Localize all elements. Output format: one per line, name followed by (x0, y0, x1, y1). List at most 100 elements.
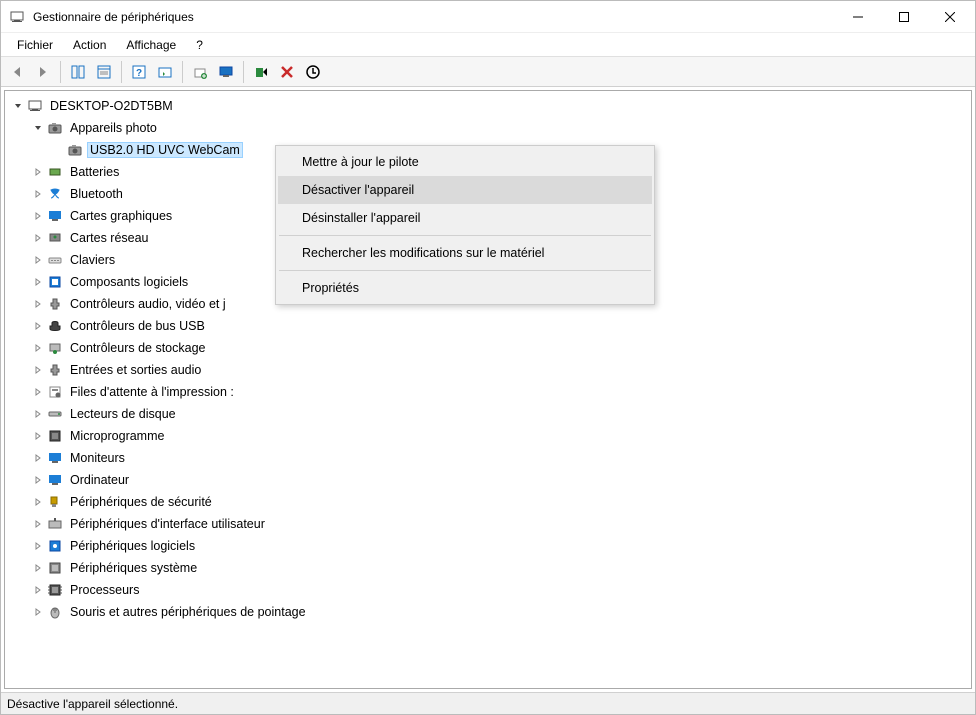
category-icon (47, 604, 63, 620)
device-tree[interactable]: DESKTOP-O2DT5BM Appareils photo USB2.0 H… (4, 90, 972, 689)
uninstall-device-button[interactable] (301, 60, 325, 84)
chevron-right-icon[interactable] (31, 297, 45, 311)
tree-category[interactable]: Ordinateur (5, 469, 971, 491)
tree-category[interactable]: Périphériques d'interface utilisateur (5, 513, 971, 535)
minimize-button[interactable] (835, 1, 881, 33)
tree-category[interactable]: Entrées et sorties audio (5, 359, 971, 381)
context-menu-separator (279, 270, 651, 271)
update-driver-button[interactable] (188, 60, 212, 84)
menu-action[interactable]: Action (63, 35, 116, 55)
menu-help[interactable]: ? (186, 35, 213, 55)
toolbar-separator (121, 61, 122, 83)
category-icon (47, 318, 63, 334)
statusbar-text: Désactive l'appareil sélectionné. (7, 697, 178, 711)
back-button[interactable] (5, 60, 29, 84)
chevron-right-icon[interactable] (31, 539, 45, 553)
tree-category-label: Périphériques d'interface utilisateur (67, 516, 268, 532)
chevron-right-icon[interactable] (31, 583, 45, 597)
tree-category[interactable]: Périphériques de sécurité (5, 491, 971, 513)
statusbar: Désactive l'appareil sélectionné. (1, 692, 975, 714)
close-button[interactable] (927, 1, 973, 33)
tree-category-cameras[interactable]: Appareils photo (5, 117, 971, 139)
chevron-right-icon[interactable] (31, 253, 45, 267)
chevron-right-icon[interactable] (31, 165, 45, 179)
scan-hardware-button[interactable] (153, 60, 177, 84)
tree-category-label: Processeurs (67, 582, 142, 598)
toolbar-separator (243, 61, 244, 83)
chevron-down-icon[interactable] (31, 121, 45, 135)
tree-category-label: Bluetooth (67, 186, 126, 202)
tree-device-label: USB2.0 HD UVC WebCam (87, 142, 243, 158)
tree-category-label: Contrôleurs de stockage (67, 340, 209, 356)
category-icon (47, 208, 63, 224)
forward-button[interactable] (31, 60, 55, 84)
disable-device-button[interactable] (275, 60, 299, 84)
tree-category[interactable]: Files d'attente à l'impression : (5, 381, 971, 403)
chevron-right-icon[interactable] (31, 187, 45, 201)
tree-category-label: Contrôleurs de bus USB (67, 318, 208, 334)
category-icon (47, 340, 63, 356)
chevron-right-icon[interactable] (31, 385, 45, 399)
tree-category[interactable]: Lecteurs de disque (5, 403, 971, 425)
menu-file[interactable]: Fichier (7, 35, 63, 55)
tree-category[interactable]: Microprogramme (5, 425, 971, 447)
category-icon (47, 538, 63, 554)
context-menu-uninstall-device[interactable]: Désinstaller l'appareil (278, 204, 652, 232)
tree-category-label: Ordinateur (67, 472, 132, 488)
chevron-right-icon[interactable] (31, 517, 45, 531)
chevron-right-icon[interactable] (31, 363, 45, 377)
tree-category-label: Périphériques logiciels (67, 538, 198, 554)
category-icon (47, 472, 63, 488)
chevron-right-icon[interactable] (31, 451, 45, 465)
chevron-right-icon[interactable] (31, 605, 45, 619)
tree-category[interactable]: Périphériques logiciels (5, 535, 971, 557)
chevron-right-icon[interactable] (31, 473, 45, 487)
tree-category-label: Appareils photo (67, 120, 160, 136)
category-icon (47, 186, 63, 202)
tree-category[interactable]: Contrôleurs de bus USB (5, 315, 971, 337)
chevron-right-icon[interactable] (31, 561, 45, 575)
chevron-right-icon[interactable] (31, 319, 45, 333)
show-hide-console-button[interactable] (66, 60, 90, 84)
category-icon (47, 362, 63, 378)
chevron-right-icon[interactable] (31, 275, 45, 289)
enable-device-button[interactable] (249, 60, 273, 84)
svg-text:?: ? (136, 68, 142, 79)
tree-category[interactable]: Souris et autres périphériques de pointa… (5, 601, 971, 623)
tree-category[interactable]: Périphériques système (5, 557, 971, 579)
category-icon (47, 230, 63, 246)
category-icon (47, 164, 63, 180)
chevron-right-icon[interactable] (31, 495, 45, 509)
tree-root[interactable]: DESKTOP-O2DT5BM (5, 95, 971, 117)
category-icon (47, 428, 63, 444)
context-menu-update-driver[interactable]: Mettre à jour le pilote (278, 148, 652, 176)
tree-category-label: Souris et autres périphériques de pointa… (67, 604, 309, 620)
camera-icon (67, 142, 83, 158)
tree-category-label: Entrées et sorties audio (67, 362, 204, 378)
context-menu: Mettre à jour le pilote Désactiver l'app… (275, 145, 655, 305)
tree-category[interactable]: Contrôleurs de stockage (5, 337, 971, 359)
context-menu-scan-hardware[interactable]: Rechercher les modifications sur le maté… (278, 239, 652, 267)
monitors-button[interactable] (214, 60, 238, 84)
chevron-right-icon[interactable] (31, 429, 45, 443)
chevron-right-icon[interactable] (31, 209, 45, 223)
category-icon (47, 274, 63, 290)
category-icon (47, 252, 63, 268)
help-toolbar-button[interactable]: ? (127, 60, 151, 84)
chevron-right-icon[interactable] (31, 407, 45, 421)
maximize-button[interactable] (881, 1, 927, 33)
tree-category-label: Périphériques de sécurité (67, 494, 215, 510)
tree-category[interactable]: Processeurs (5, 579, 971, 601)
menu-view[interactable]: Affichage (116, 35, 186, 55)
chevron-right-icon[interactable] (31, 231, 45, 245)
context-menu-properties[interactable]: Propriétés (278, 274, 652, 302)
properties-toolbar-button[interactable] (92, 60, 116, 84)
context-menu-disable-device[interactable]: Désactiver l'appareil (278, 176, 652, 204)
tree-category[interactable]: Moniteurs (5, 447, 971, 469)
device-manager-window: Gestionnaire de périphériques Fichier Ac… (0, 0, 976, 715)
context-menu-separator (279, 235, 651, 236)
chevron-down-icon[interactable] (11, 99, 25, 113)
chevron-right-icon[interactable] (31, 341, 45, 355)
category-icon (47, 494, 63, 510)
tree-root-label: DESKTOP-O2DT5BM (47, 98, 176, 114)
